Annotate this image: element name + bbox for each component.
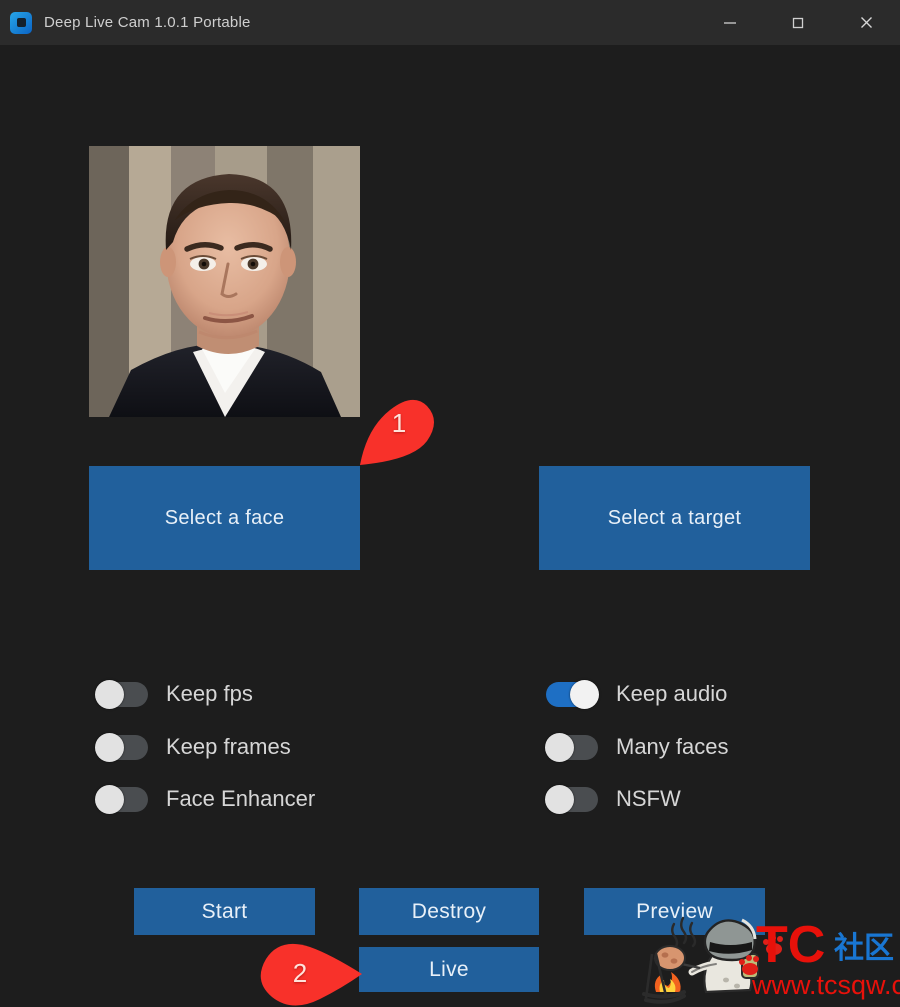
annotation-marker-2: 2 [258,941,364,1007]
many-faces-label: Many faces [616,734,729,759]
toggle-knob [545,732,574,762]
toggle-knob [545,784,574,814]
keep-frames-label: Keep frames [166,734,291,759]
start-button[interactable]: Start [134,888,315,935]
select-target-button[interactable]: Select a target [539,466,810,570]
minimize-icon[interactable] [696,0,764,45]
window-controls [696,0,900,45]
nsfw-toggle[interactable] [545,784,598,814]
live-button[interactable]: Live [359,947,539,992]
keep-frames-toggle[interactable] [95,732,148,762]
keep-fps-toggle[interactable] [95,679,148,709]
toggle-knob [95,679,124,709]
toggle-knob [570,679,599,709]
toggle-knob [95,784,124,814]
watermark-brand-cjk: 社区 [834,932,894,965]
switch-keep-audio[interactable]: Keep audio [546,677,727,711]
annotation-marker-1: 1 [357,392,441,468]
face-enhancer-label: Face Enhancer [166,786,316,811]
switch-nsfw[interactable]: NSFW [545,782,681,816]
select-face-button[interactable]: Select a face [89,466,360,570]
switch-keep-fps[interactable]: Keep fps [95,677,253,711]
app-window: Deep Live Cam 1.0.1 Portable Select a fa… [0,0,900,1007]
window-title: Deep Live Cam 1.0.1 Portable [44,14,251,31]
many-faces-toggle[interactable] [545,732,598,762]
maximize-icon[interactable] [764,0,832,45]
switch-face-enhancer[interactable]: Face Enhancer [95,782,316,816]
face-enhancer-toggle[interactable] [95,784,148,814]
app-logo-icon [10,11,32,34]
destroy-button[interactable]: Destroy [359,888,539,935]
close-icon[interactable] [832,0,900,45]
switch-keep-frames[interactable]: Keep frames [95,730,291,764]
switch-many-faces[interactable]: Many faces [545,730,729,764]
keep-audio-toggle[interactable] [546,679,599,709]
keep-fps-label: Keep fps [166,681,253,706]
toggle-knob [95,732,124,762]
preview-button[interactable]: Preview [584,888,765,935]
watermark-brand-latin: TC [756,916,825,974]
keep-audio-label: Keep audio [616,681,728,706]
watermark-url: www.tcsqw.com [751,970,900,1000]
annotation-marker-1-number: 1 [391,407,407,438]
nsfw-label: NSFW [616,786,681,811]
source-face-preview[interactable] [89,146,360,417]
title-bar: Deep Live Cam 1.0.1 Portable [0,0,900,45]
annotation-marker-2-number: 2 [292,957,308,988]
